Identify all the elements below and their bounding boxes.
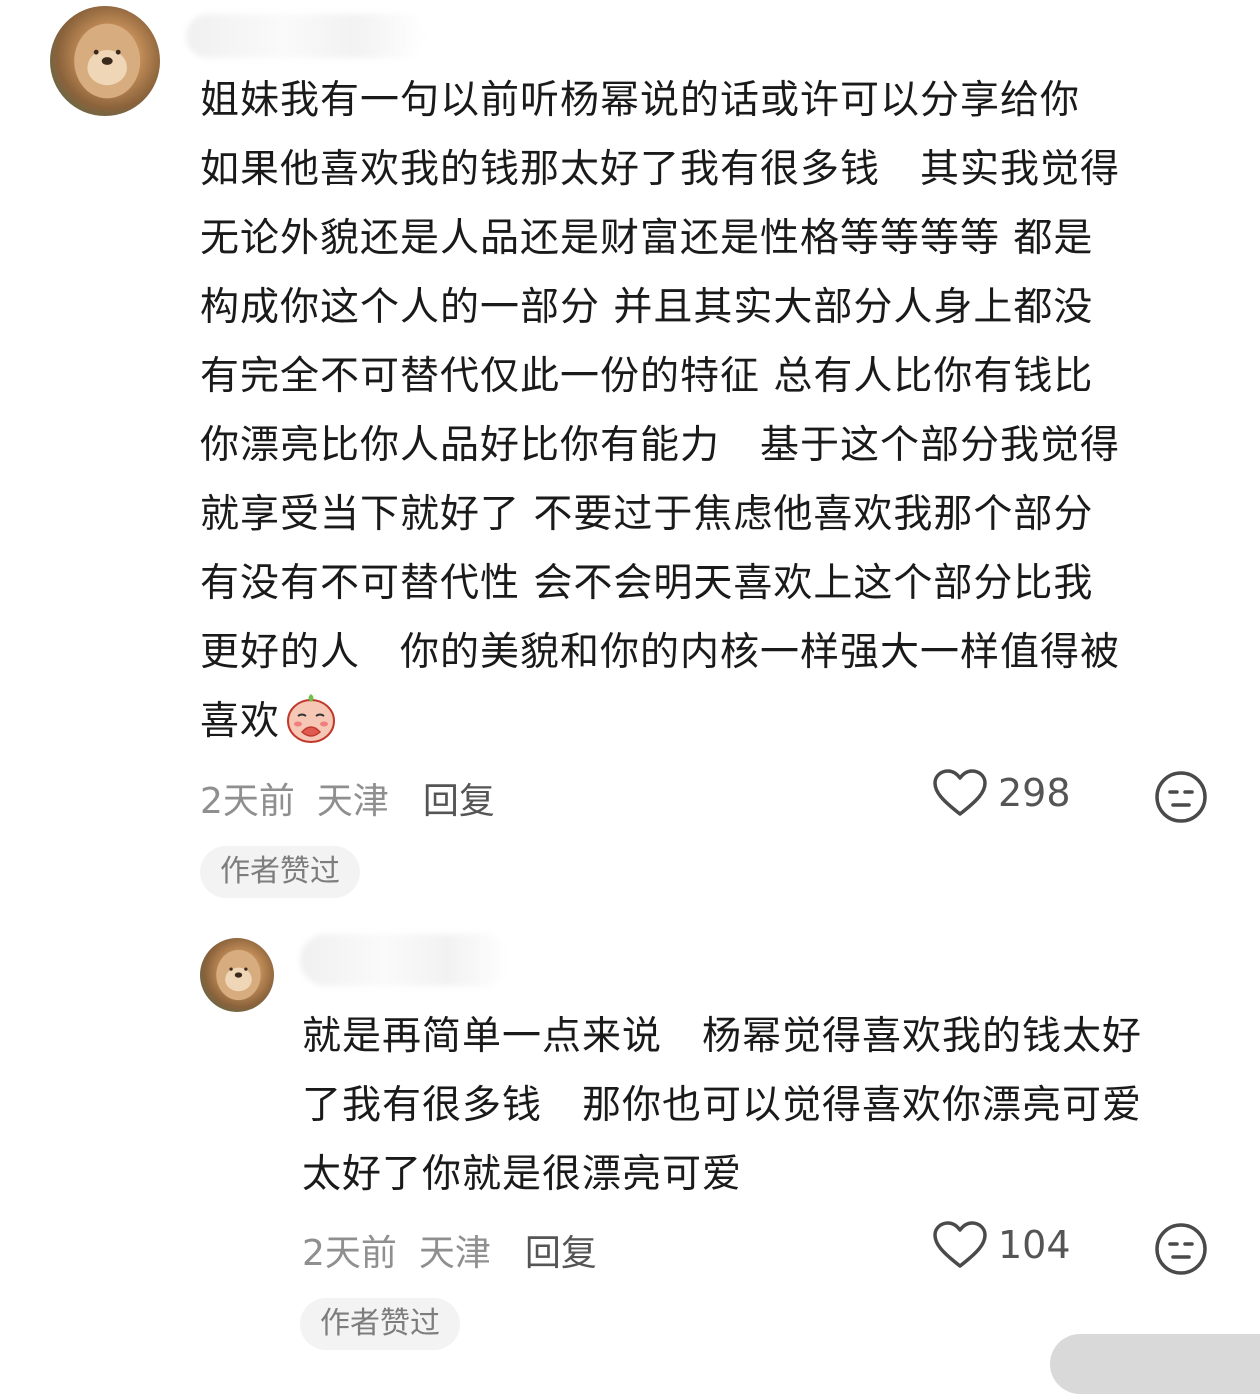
reply-dislike-button[interactable] bbox=[1154, 1222, 1208, 1276]
reply-time: 2天前 bbox=[302, 1233, 397, 1274]
author-liked-badge: 作者赞过 bbox=[200, 846, 360, 898]
reply-like-count: 104 bbox=[998, 1223, 1071, 1267]
reply-author-liked-badge: 作者赞过 bbox=[300, 1298, 460, 1350]
commenter-avatar[interactable] bbox=[50, 6, 160, 116]
heart-icon bbox=[933, 1221, 987, 1268]
replier-avatar[interactable] bbox=[200, 938, 274, 1012]
comment-body: 姐妹我有一句以前听杨幂说的话或许可以分享给你 如果他喜欢我的钱那太好了我有很多钱… bbox=[200, 66, 1210, 756]
reply-meta: 2天前 天津 回复 bbox=[302, 1224, 597, 1276]
comment-like-button[interactable]: 298 bbox=[932, 768, 1071, 818]
heart-icon bbox=[933, 769, 987, 816]
comment-like-count: 298 bbox=[998, 771, 1071, 815]
replier-name-blurred[interactable] bbox=[300, 934, 510, 986]
comment-time: 2天前 bbox=[200, 781, 295, 822]
dog-avatar-icon bbox=[74, 23, 141, 99]
praying-face-sticker-icon bbox=[284, 690, 338, 744]
unamused-face-icon bbox=[1155, 1223, 1207, 1275]
comment-text: 姐妹我有一句以前听杨幂说的话或许可以分享给你 如果他喜欢我的钱那太好了我有很多钱… bbox=[200, 78, 1121, 744]
commenter-name-blurred[interactable] bbox=[186, 14, 426, 58]
unamused-face-icon bbox=[1155, 771, 1207, 823]
dog-avatar-icon bbox=[216, 949, 261, 1001]
comment-meta: 2天前 天津 回复 bbox=[200, 772, 495, 824]
reply-body: 就是再简单一点来说 杨幂觉得喜欢我的钱太好 了我有很多钱 那你也可以觉得喜欢你漂… bbox=[302, 1014, 1143, 1197]
comment-reply-button[interactable]: 回复 bbox=[423, 772, 495, 824]
comment-dislike-button[interactable] bbox=[1154, 770, 1208, 824]
bottom-corner-element bbox=[1050, 1334, 1260, 1394]
comment-location: 天津 bbox=[316, 781, 389, 822]
reply-location: 天津 bbox=[418, 1233, 491, 1274]
reply-like-button[interactable]: 104 bbox=[932, 1220, 1071, 1270]
reply-reply-button[interactable]: 回复 bbox=[525, 1224, 597, 1276]
